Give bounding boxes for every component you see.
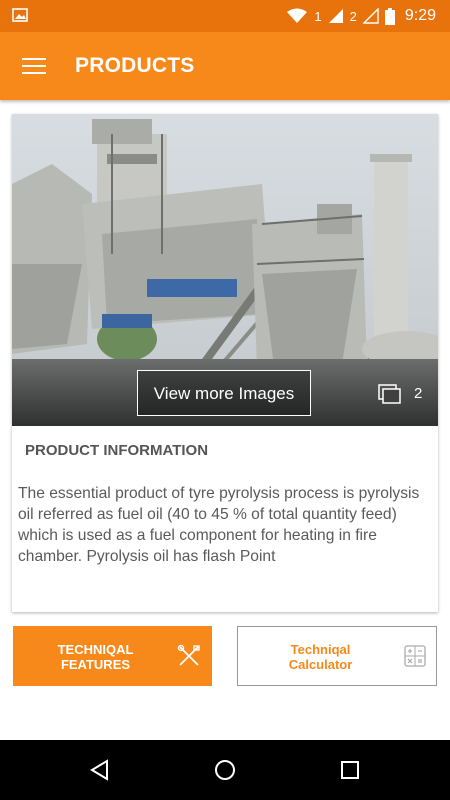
technical-calculator-button[interactable]: Techniqal Calculator — [237, 626, 437, 686]
technical-features-label: TECHNIQAL FEATURES — [13, 642, 178, 672]
calculator-icon — [404, 645, 426, 667]
battery-icon — [384, 7, 395, 25]
product-image[interactable]: View more Images 2 — [12, 114, 438, 426]
technical-features-label-line2: FEATURES — [60, 657, 131, 672]
navigation-bar — [0, 740, 450, 800]
sim1-label: 1 — [314, 8, 322, 24]
signal-icon — [328, 9, 343, 23]
technical-features-button[interactable]: TECHNIQAL FEATURES — [13, 626, 212, 686]
page-title: PRODUCTS — [75, 54, 195, 77]
back-icon[interactable] — [88, 758, 112, 782]
wifi-icon — [287, 8, 308, 23]
tools-icon — [177, 644, 200, 666]
status-bar: 1 2 9:29 — [0, 0, 450, 32]
product-information-heading: PRODUCT INFORMATION — [25, 442, 209, 459]
app-bar: PRODUCTS — [0, 32, 450, 100]
sim2-label: 2 — [349, 8, 357, 24]
technical-calculator-label: Techniqal Calculator — [238, 642, 403, 672]
image-count: 2 — [414, 385, 423, 402]
recent-apps-icon[interactable] — [338, 758, 362, 782]
view-more-images-button[interactable]: View more Images — [137, 370, 311, 416]
status-icons: 1 2 9:29 — [286, 6, 436, 26]
technical-calculator-label-line1: Techniqal — [290, 642, 351, 657]
image-icon — [12, 8, 28, 22]
signal-icon — [362, 8, 379, 24]
clock: 9:29 — [404, 7, 436, 24]
technical-features-label-line1: TECHNIQAL — [57, 642, 134, 657]
gallery-icon — [378, 384, 401, 404]
menu-icon[interactable] — [22, 56, 48, 76]
product-description: The essential product of tyre pyrolysis … — [18, 485, 420, 565]
technical-calculator-label-line2: Calculator — [288, 657, 353, 672]
product-card: View more Images 2 PRODUCT INFORMATION T… — [12, 114, 438, 612]
home-icon[interactable] — [213, 758, 237, 782]
